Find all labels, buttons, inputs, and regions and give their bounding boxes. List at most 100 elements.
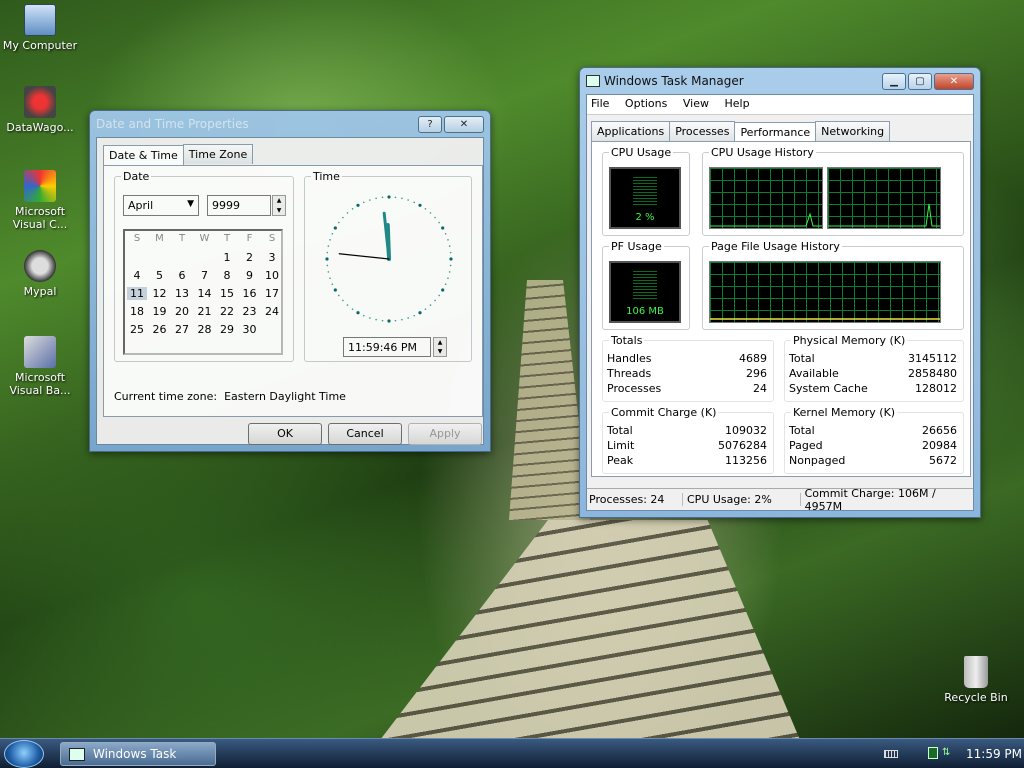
- weekday-header: T: [178, 233, 186, 244]
- year-field[interactable]: 9999: [207, 195, 271, 216]
- ok-button[interactable]: OK: [248, 423, 322, 445]
- clock-tick: [438, 221, 440, 224]
- desktop-icon-recycle-bin[interactable]: Recycle Bin: [936, 656, 1016, 704]
- calendar-day[interactable]: 14: [195, 287, 215, 300]
- calendar-day[interactable]: 19: [150, 305, 170, 318]
- menu-view[interactable]: View: [683, 97, 709, 110]
- calendar-day[interactable]: 15: [217, 287, 237, 300]
- taskmgr-titlebar[interactable]: Windows Task Manager ▁ ▢ ✕: [586, 68, 974, 94]
- tab-processes[interactable]: Processes: [669, 121, 736, 141]
- clock-tick: [447, 277, 449, 279]
- desktop-icon-my-computer[interactable]: My Computer: [0, 4, 80, 52]
- calendar-day[interactable]: 21: [195, 305, 215, 318]
- calendar-day[interactable]: 28: [195, 323, 215, 336]
- spin-down-icon[interactable]: ▼: [434, 347, 446, 356]
- cancel-button[interactable]: Cancel: [328, 423, 402, 445]
- spin-up-icon[interactable]: ▲: [273, 196, 285, 206]
- spin-down-icon[interactable]: ▼: [273, 206, 285, 216]
- calendar-day[interactable]: 23: [240, 305, 260, 318]
- calendar-day[interactable]: 12: [150, 287, 170, 300]
- minimize-icon[interactable]: ▁: [882, 72, 906, 90]
- calendar-day[interactable]: 8: [217, 269, 237, 282]
- calendar-day[interactable]: 30: [240, 323, 260, 336]
- stat-label: System Cache: [789, 382, 868, 395]
- time-field[interactable]: 11:59:46 PM: [343, 337, 431, 357]
- calendar-day[interactable]: 17: [262, 287, 282, 300]
- totals-label: Totals: [609, 334, 645, 347]
- task-manager-tray-icon[interactable]: [928, 747, 938, 759]
- maximize-icon[interactable]: ▢: [908, 72, 932, 90]
- stat-label: Total: [789, 352, 815, 365]
- stat-row: Threads 296: [607, 366, 767, 381]
- time-spinner[interactable]: ▲ ▼: [433, 337, 447, 357]
- datetime-titlebar[interactable]: Date and Time Properties ? ✕: [96, 111, 484, 137]
- kernel-memory-label: Kernel Memory (K): [791, 406, 898, 419]
- desktop-icon-datawago[interactable]: DataWago...: [0, 86, 80, 134]
- clock-tick: [438, 294, 440, 297]
- desktop-icon-visual-basic[interactable]: Microsoft Visual Ba...: [0, 336, 80, 397]
- tab-time-zone[interactable]: Time Zone: [182, 144, 254, 164]
- analog-clock: [325, 195, 453, 323]
- calendar-day[interactable]: 3: [262, 251, 282, 264]
- physical-rows: Total 3145112 Available 2858480 System Cache…: [789, 351, 957, 396]
- spin-up-icon[interactable]: ▲: [434, 338, 446, 347]
- network-icon[interactable]: ⇅: [942, 747, 954, 759]
- calendar-day[interactable]: 6: [172, 269, 192, 282]
- clock-tick: [327, 271, 330, 273]
- close-button[interactable]: ✕: [444, 115, 484, 133]
- calendar-day[interactable]: 7: [195, 269, 215, 282]
- second-hand: [338, 253, 390, 260]
- tab-networking[interactable]: Networking: [815, 121, 891, 141]
- menu-file[interactable]: File: [591, 97, 609, 110]
- calendar-day[interactable]: 10: [262, 269, 282, 282]
- cpu-history-graph-2: [827, 167, 941, 229]
- calendar-day[interactable]: 22: [217, 305, 237, 318]
- system-tray: ⇅ 11:59 PM: [876, 739, 1024, 768]
- tab-date-time[interactable]: Date & Time: [103, 145, 184, 166]
- taskbar-item-task-manager[interactable]: Windows Task Man...: [60, 742, 216, 766]
- tab-performance[interactable]: Performance: [734, 122, 817, 143]
- mypal-icon: [24, 250, 56, 282]
- time-group: Time 11:59:46 PM ▲ ▼: [304, 170, 472, 362]
- calendar-day[interactable]: 1: [217, 251, 237, 264]
- menu-options[interactable]: Options: [625, 97, 667, 110]
- calendar-day[interactable]: 24: [262, 305, 282, 318]
- calendar-day[interactable]: 11: [127, 287, 147, 300]
- visual-basic-icon: [24, 336, 56, 368]
- timezone-label: Current time zone:: [114, 390, 218, 403]
- calendar-day[interactable]: 25: [127, 323, 147, 336]
- clock-tick: [331, 232, 334, 235]
- calendar-day[interactable]: 13: [172, 287, 192, 300]
- keyboard-icon[interactable]: [884, 750, 898, 758]
- clock-tick: [381, 196, 384, 199]
- calendar-day[interactable]: 9: [240, 269, 260, 282]
- menu-help[interactable]: Help: [724, 97, 749, 110]
- apply-button[interactable]: Apply: [408, 423, 482, 445]
- start-button[interactable]: [4, 740, 44, 768]
- close-icon[interactable]: ✕: [934, 72, 974, 90]
- calendar-day[interactable]: 20: [172, 305, 192, 318]
- clock-tick: [447, 239, 449, 241]
- stat-value: 20984: [922, 439, 957, 452]
- taskbar: Windows Task Man... ⇅ 11:59 PM: [0, 738, 1024, 768]
- month-select[interactable]: April ▼: [123, 195, 199, 216]
- calendar-day[interactable]: 29: [217, 323, 237, 336]
- calendar-day[interactable]: 26: [150, 323, 170, 336]
- help-button[interactable]: ?: [418, 115, 442, 133]
- stat-value: 3145112: [908, 352, 957, 365]
- tab-applications[interactable]: Applications: [591, 121, 671, 141]
- desktop-icon-mypal[interactable]: Mypal: [0, 250, 80, 298]
- weekday-header: T: [223, 233, 231, 244]
- clock-tick: [441, 226, 445, 230]
- calendar-day[interactable]: 4: [127, 269, 147, 282]
- year-spinner[interactable]: ▲ ▼: [272, 195, 286, 216]
- stat-label: Total: [789, 424, 815, 437]
- calendar-day[interactable]: 2: [240, 251, 260, 264]
- calendar-day[interactable]: 18: [127, 305, 147, 318]
- calendar-day[interactable]: 16: [240, 287, 260, 300]
- stat-value: 2858480: [908, 367, 957, 380]
- calendar-day[interactable]: 5: [150, 269, 170, 282]
- desktop-icon-visual-c[interactable]: Microsoft Visual C...: [0, 170, 80, 231]
- clock[interactable]: 11:59 PM: [966, 747, 1022, 761]
- calendar-day[interactable]: 27: [172, 323, 192, 336]
